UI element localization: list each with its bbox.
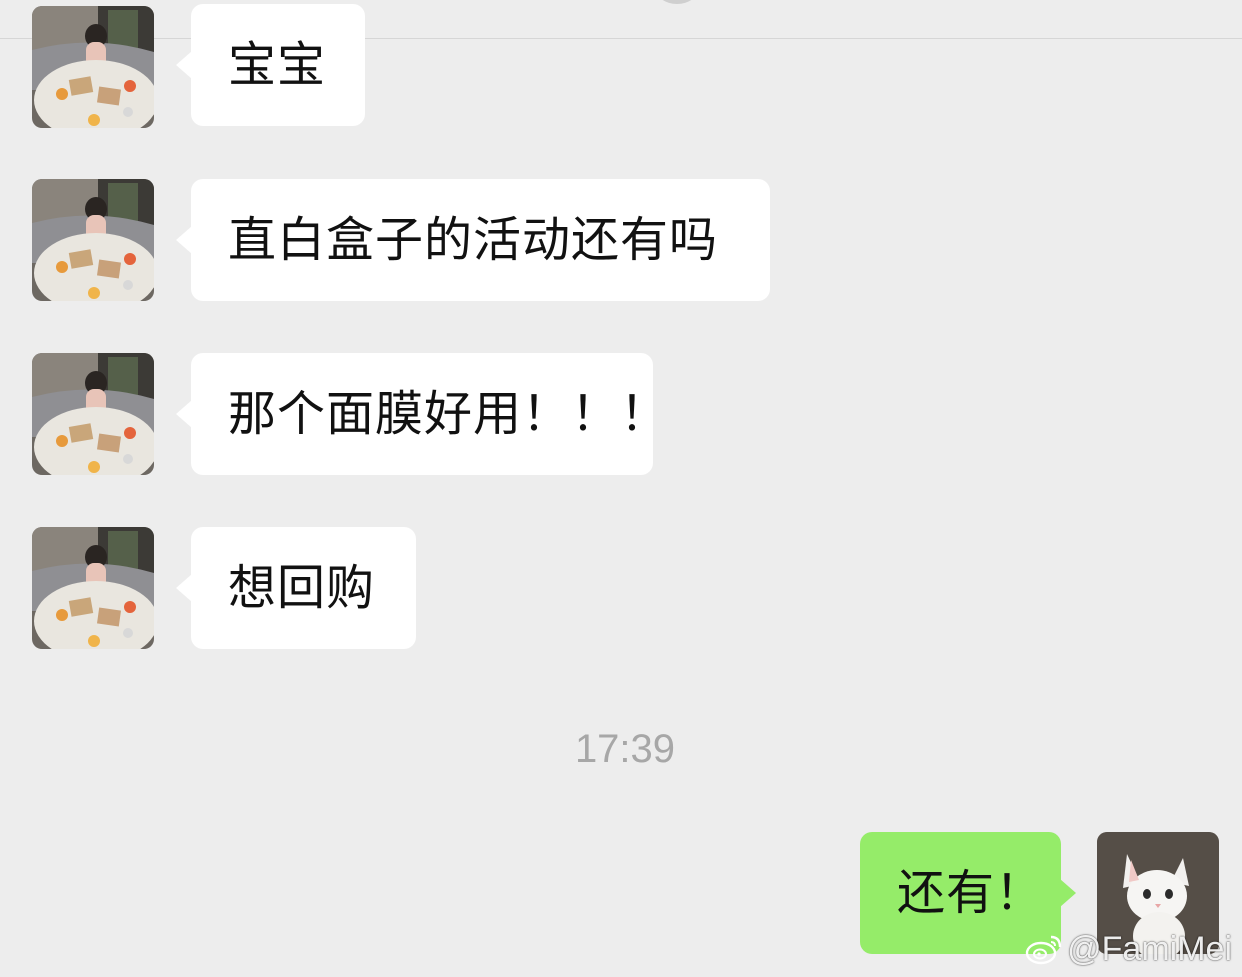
- photo-avatar-dining-table: [32, 353, 154, 475]
- contact-avatar[interactable]: [32, 179, 154, 301]
- photo-avatar-dining-table: [32, 6, 154, 128]
- message-bubble-incoming[interactable]: 宝宝: [176, 4, 365, 126]
- message-text: 想回购: [228, 560, 376, 616]
- watermark-handle: @FamiMei: [1067, 929, 1232, 968]
- message-text: 那个面膜好用！！！: [228, 386, 670, 442]
- contact-avatar[interactable]: [32, 353, 154, 475]
- photo-avatar-dining-table: [32, 179, 154, 301]
- watermark: @FamiMei: [1025, 929, 1232, 969]
- header-indicator: [656, 0, 698, 4]
- contact-avatar[interactable]: [32, 527, 154, 649]
- message-bubble-incoming[interactable]: 那个面膜好用！！！: [176, 353, 668, 475]
- message-text: 直白盒子的活动还有吗: [228, 212, 719, 268]
- photo-avatar-dining-table: [32, 527, 154, 649]
- message-bubble-incoming[interactable]: 直白盒子的活动还有吗: [176, 179, 770, 301]
- contact-avatar[interactable]: [32, 6, 154, 128]
- message-bubble-incoming[interactable]: 想回购: [176, 527, 416, 649]
- chat-header: [0, 0, 1242, 39]
- message-text: 宝宝: [228, 37, 327, 93]
- message-text: 还有！: [897, 865, 1045, 921]
- weibo-icon: [1025, 935, 1062, 965]
- message-timestamp: 17:39: [574, 727, 676, 771]
